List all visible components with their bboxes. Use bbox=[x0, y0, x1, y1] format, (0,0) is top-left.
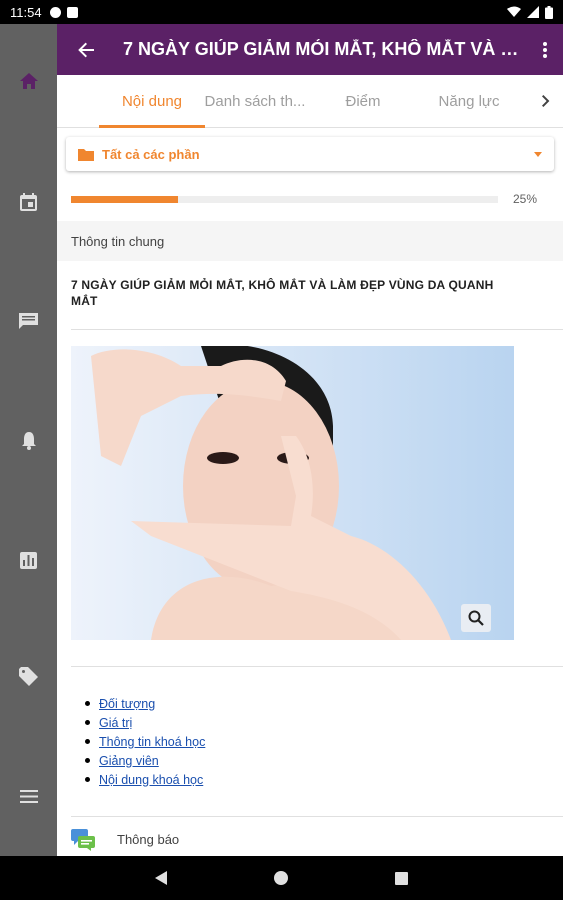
tab-content[interactable]: Nội dung bbox=[99, 75, 205, 127]
bullet bbox=[85, 720, 90, 725]
menu-icon bbox=[19, 789, 38, 803]
notification-file-icon bbox=[66, 6, 78, 18]
zoom-image-button[interactable] bbox=[461, 604, 491, 632]
section-dropdown-value: Tất cả các phần bbox=[102, 146, 200, 162]
link-course-content[interactable]: Nội dung khoá học bbox=[99, 773, 203, 787]
calendar-icon bbox=[20, 193, 37, 211]
folder-icon bbox=[78, 148, 94, 161]
progress-bar bbox=[71, 196, 498, 203]
nav-notifications[interactable] bbox=[0, 420, 57, 460]
side-nav bbox=[0, 24, 57, 856]
notice-label: Thông báo bbox=[117, 832, 180, 847]
app-bar: 7 NGÀY GIÚP GIẢM MỎI MẮT, KHÔ MẮT VÀ LÀM… bbox=[57, 24, 563, 75]
triangle-back-icon bbox=[155, 871, 167, 885]
chat-icon bbox=[19, 312, 38, 329]
tab-bar: Nội dung Danh sách th... Điểm Năng lực bbox=[57, 75, 563, 128]
list-item: Nội dung khoá học bbox=[85, 770, 205, 789]
section-dropdown[interactable]: Tất cả các phần bbox=[66, 137, 554, 171]
notice-item[interactable]: Thông báo bbox=[57, 823, 563, 856]
bullet bbox=[85, 777, 90, 782]
bullet bbox=[85, 758, 90, 763]
tab-score[interactable]: Điểm bbox=[310, 75, 416, 127]
divider bbox=[71, 666, 563, 667]
link-value[interactable]: Giá trị bbox=[99, 716, 132, 730]
bullet bbox=[85, 701, 90, 706]
arrow-back-icon bbox=[78, 42, 94, 57]
course-image[interactable] bbox=[71, 346, 514, 640]
more-options-button[interactable] bbox=[527, 24, 563, 75]
system-home-button[interactable] bbox=[259, 856, 303, 900]
chevron-right-icon bbox=[542, 95, 550, 107]
list-item: Giảng viên bbox=[85, 751, 205, 770]
square-recents-icon bbox=[394, 871, 408, 885]
divider bbox=[71, 329, 563, 330]
battery-icon bbox=[545, 5, 553, 19]
tab-competency[interactable]: Năng lực bbox=[416, 75, 522, 127]
list-item: Giá trị bbox=[85, 713, 205, 732]
progress-fill bbox=[71, 196, 178, 203]
search-icon bbox=[468, 610, 484, 626]
status-bar: 11:54 bbox=[0, 0, 563, 24]
divider bbox=[71, 816, 563, 817]
status-time: 11:54 bbox=[10, 4, 42, 20]
course-photo bbox=[71, 346, 514, 640]
course-links: Đối tượng Giá trị Thông tin khoá học Giả… bbox=[85, 694, 205, 789]
circle-home-icon bbox=[274, 871, 288, 885]
wifi-icon bbox=[507, 6, 521, 17]
tab-scroll-next-button[interactable] bbox=[529, 75, 563, 127]
chart-icon bbox=[20, 551, 37, 569]
tag-icon bbox=[19, 666, 38, 686]
bullet bbox=[85, 739, 90, 744]
system-nav-bar bbox=[0, 856, 563, 900]
nav-home[interactable] bbox=[0, 61, 57, 101]
page-title: 7 NGÀY GIÚP GIẢM MỎI MẮT, KHÔ MẮT VÀ LÀM… bbox=[123, 39, 527, 59]
notification-app-icon bbox=[49, 6, 61, 18]
nav-chat[interactable] bbox=[0, 300, 57, 340]
forum-icon bbox=[71, 828, 95, 851]
system-recents-button[interactable] bbox=[379, 856, 423, 900]
list-item: Đối tượng bbox=[85, 694, 205, 713]
general-info-header: Thông tin chung bbox=[57, 221, 563, 261]
course-title: 7 NGÀY GIÚP GIẢM MỎI MẮT, KHÔ MẮT VÀ LÀM… bbox=[71, 278, 494, 308]
signal-icon bbox=[527, 6, 539, 18]
bell-icon bbox=[21, 431, 36, 450]
progress-percent: 25% bbox=[513, 192, 538, 206]
nav-calendar[interactable] bbox=[0, 182, 57, 222]
dropdown-caret-icon bbox=[534, 151, 542, 157]
list-item: Thông tin khoá học bbox=[85, 732, 205, 751]
back-button[interactable] bbox=[57, 24, 115, 75]
more-vert-icon bbox=[543, 41, 547, 58]
nav-tags[interactable] bbox=[0, 656, 57, 696]
link-target-audience[interactable]: Đối tượng bbox=[99, 697, 155, 711]
nav-menu[interactable] bbox=[0, 776, 57, 816]
system-back-button[interactable] bbox=[139, 856, 183, 900]
tab-list[interactable]: Danh sách th... bbox=[205, 75, 306, 127]
link-instructor[interactable]: Giảng viên bbox=[99, 754, 159, 768]
nav-reports[interactable] bbox=[0, 540, 57, 580]
link-course-info[interactable]: Thông tin khoá học bbox=[99, 735, 205, 749]
home-icon bbox=[19, 73, 38, 89]
main-content: Tất cả các phần 25% Thông tin chung 7 NG… bbox=[57, 128, 563, 856]
